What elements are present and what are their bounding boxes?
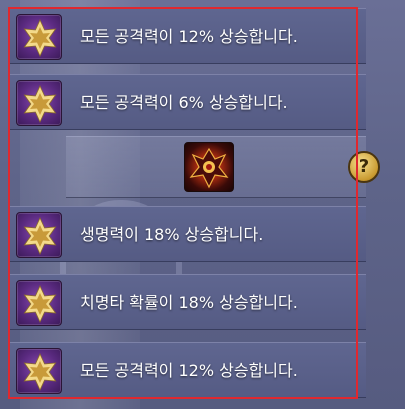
purple-star-icon [16,280,62,326]
demon-mask-icon[interactable] [184,142,234,192]
effect-label: 모든 공격력이 12% 상승합니다. [80,361,298,380]
purple-star-icon [16,14,62,60]
purple-star-icon [16,212,62,258]
effect-row-5[interactable]: 모든 공격력이 12% 상승합니다. [8,342,366,398]
purple-star-icon [16,80,62,126]
effect-row-4[interactable]: 치명타 확률이 18% 상승합니다. [8,274,366,330]
effect-label: 생명력이 18% 상승합니다. [80,225,264,244]
help-button[interactable]: ? [348,151,380,183]
effect-label: 모든 공격력이 12% 상승합니다. [80,27,298,46]
effect-label: 치명타 확률이 18% 상승합니다. [80,293,298,312]
effect-row-1[interactable]: 모든 공격력이 12% 상승합니다. [8,8,366,64]
purple-star-icon [16,348,62,394]
effect-row-2[interactable]: 모든 공격력이 6% 상승합니다. [8,74,366,130]
effect-row-3[interactable]: 생명력이 18% 상승합니다. [8,206,366,262]
effect-label: 모든 공격력이 6% 상승합니다. [80,93,288,112]
